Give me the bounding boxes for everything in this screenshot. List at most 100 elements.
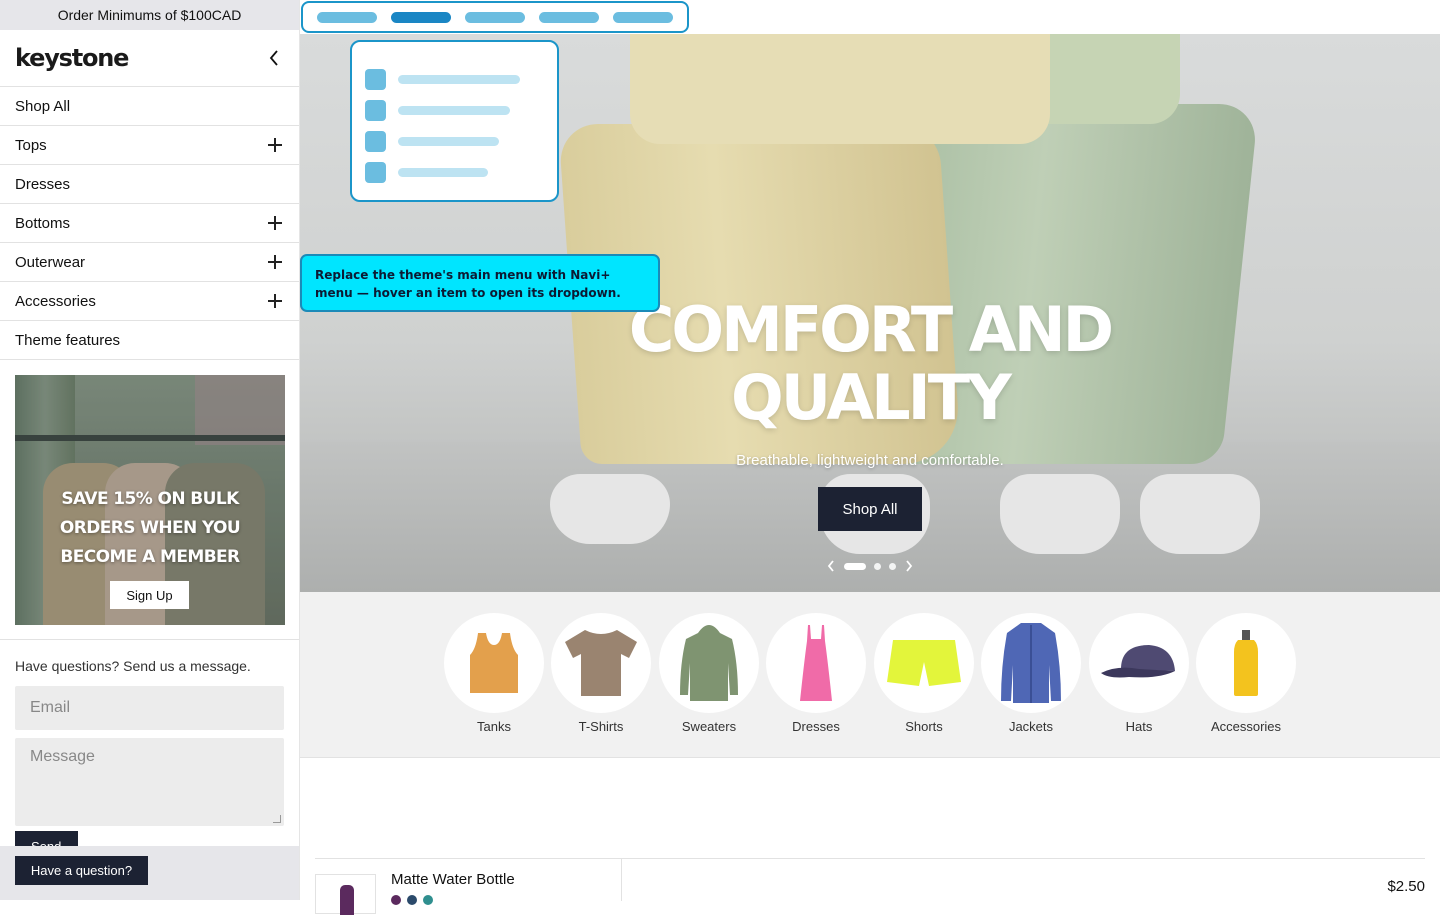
category-image <box>551 613 651 713</box>
announcement-bar: Order Minimums of $100CAD <box>0 0 299 30</box>
resize-handle-icon[interactable] <box>273 815 281 823</box>
brand-row: keystone <box>0 30 299 87</box>
sidebar-item-dresses[interactable]: Dresses <box>0 165 299 204</box>
carousel-dot[interactable] <box>889 562 896 570</box>
navi-menu-item[interactable] <box>539 11 599 23</box>
dropdown-item[interactable] <box>365 126 557 157</box>
sidebar-nav: Shop All Tops Dresses Bottoms Outerwear … <box>0 87 299 360</box>
carousel-controls <box>818 557 922 575</box>
chevron-left-icon[interactable] <box>826 559 836 573</box>
sidebar-item-bottoms[interactable]: Bottoms <box>0 204 299 243</box>
category-label: Tanks <box>477 719 511 734</box>
product-name[interactable]: Matte Water Bottle <box>391 871 515 888</box>
category-sweaters[interactable]: Sweaters <box>659 613 759 734</box>
navi-menu-item[interactable] <box>465 11 525 23</box>
contact-label: Have questions? Send us a message. <box>15 658 251 674</box>
plus-icon[interactable] <box>268 216 282 230</box>
category-dresses[interactable]: Dresses <box>766 613 866 734</box>
category-label: Sweaters <box>681 719 737 734</box>
dropdown-item-icon <box>365 162 386 183</box>
color-swatches <box>391 895 433 905</box>
plus-icon[interactable] <box>268 138 282 152</box>
collapse-sidebar-button[interactable] <box>264 48 284 68</box>
navi-menu-item-active[interactable] <box>391 11 451 23</box>
sidebar-item-label: Shop All <box>15 97 71 115</box>
sidebar-item-theme-features[interactable]: Theme features <box>0 321 299 360</box>
cap-icon <box>1101 645 1175 678</box>
product-row[interactable]: Matte Water Bottle $2.50 <box>315 858 1425 915</box>
category-image <box>1196 613 1296 713</box>
navi-menu-item[interactable] <box>317 11 377 23</box>
category-strip: Tanks T-Shirts Sweaters Dresses Shorts J… <box>300 592 1440 758</box>
email-field[interactable]: Email <box>15 686 284 730</box>
message-field[interactable]: Message <box>15 738 284 826</box>
sidebar-item-label: Outerwear <box>15 253 86 271</box>
dropdown-item[interactable] <box>365 95 557 126</box>
contact-form: Have questions? Send us a message. Email… <box>0 639 299 826</box>
sidebar-item-label: Dresses <box>15 175 71 193</box>
category-tanks[interactable]: Tanks <box>444 613 544 734</box>
sidebar-item-outerwear[interactable]: Outerwear <box>0 243 299 282</box>
carousel-dot[interactable] <box>874 562 881 570</box>
category-jackets[interactable]: Jackets <box>981 613 1081 734</box>
hero-shop-all-button[interactable]: Shop All <box>818 487 922 531</box>
category-label: Shorts <box>905 719 943 734</box>
color-swatch[interactable] <box>407 895 417 905</box>
dropdown-item-icon <box>365 131 386 152</box>
hero-subtitle: Breathable, lightweight and comfortable. <box>736 452 1004 469</box>
product-thumbnail[interactable] <box>315 874 376 915</box>
color-swatch[interactable] <box>423 895 433 905</box>
water-bottle-icon <box>1234 630 1258 696</box>
category-shorts[interactable]: Shorts <box>874 613 974 734</box>
sidebar-item-label: Tops <box>15 136 47 154</box>
product-price: $2.50 <box>1387 878 1425 895</box>
navi-menu-item[interactable] <box>613 11 673 23</box>
category-image <box>444 613 544 713</box>
announcement-text: Order Minimums of $100CAD <box>57 7 242 23</box>
category-t-shirts[interactable]: T-Shirts <box>551 613 651 734</box>
hoodie-icon <box>680 625 738 701</box>
carousel-dot[interactable] <box>844 562 866 570</box>
category-image <box>1089 613 1189 713</box>
category-label: Hats <box>1125 719 1153 734</box>
store-logo[interactable]: keystone <box>15 44 129 72</box>
sidebar-item-shop-all[interactable]: Shop All <box>0 87 299 126</box>
jacket-icon <box>1001 623 1061 703</box>
tshirt-icon <box>565 630 637 696</box>
category-label: Dresses <box>792 719 840 734</box>
promo-banner: SAVE 15% ON BULK ORDERS WHEN YOU BECOME … <box>15 375 285 625</box>
have-a-question-button[interactable]: Have a question? <box>15 856 148 885</box>
dropdown-item-icon <box>365 69 386 90</box>
sidebar-item-label: Theme features <box>15 331 121 349</box>
sidebar-item-label: Bottoms <box>15 214 71 232</box>
category-image <box>659 613 759 713</box>
chevron-right-icon[interactable] <box>904 559 914 573</box>
dropdown-item[interactable] <box>365 157 557 188</box>
dress-icon <box>800 625 832 701</box>
category-image <box>766 613 866 713</box>
color-swatch[interactable] <box>391 895 401 905</box>
plus-icon[interactable] <box>268 294 282 308</box>
dropdown-item[interactable] <box>365 64 557 95</box>
promo-headline: SAVE 15% ON BULK ORDERS WHEN YOU BECOME … <box>59 489 241 567</box>
category-label: T-Shirts <box>578 719 624 734</box>
chevron-left-icon <box>269 50 278 66</box>
tank-top-icon <box>470 633 518 693</box>
sign-up-button[interactable]: Sign Up <box>110 581 189 609</box>
sidebar-item-label: Accessories <box>15 292 96 310</box>
sidebar: Order Minimums of $100CAD keystone Shop … <box>0 0 300 900</box>
plus-icon[interactable] <box>268 255 282 269</box>
navi-dropdown <box>350 40 559 202</box>
hero-title: COMFORT AND QUALITY <box>628 293 1114 434</box>
category-label: Jackets <box>1008 719 1054 734</box>
question-bar: Have a question? <box>0 846 299 900</box>
category-image <box>981 613 1081 713</box>
category-image <box>874 613 974 713</box>
category-accessories[interactable]: Accessories <box>1196 613 1296 734</box>
category-hats[interactable]: Hats <box>1089 613 1189 734</box>
sidebar-item-accessories[interactable]: Accessories <box>0 282 299 321</box>
sidebar-item-tops[interactable]: Tops <box>0 126 299 165</box>
dropdown-item-icon <box>365 100 386 121</box>
message-placeholder: Message <box>30 748 95 765</box>
navi-menu-bar <box>301 1 689 33</box>
